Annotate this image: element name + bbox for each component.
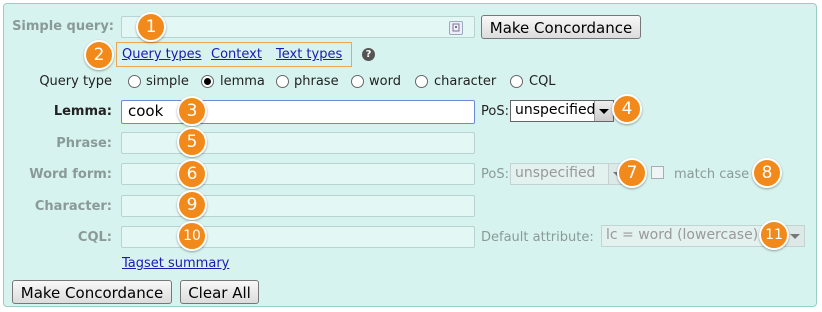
pos-word-value: unspecified <box>515 165 596 181</box>
callout-11: 11 <box>759 220 789 250</box>
callout-4: 4 <box>612 94 642 124</box>
pos-lemma-label: PoS: <box>481 104 509 119</box>
radio-simple[interactable] <box>128 75 141 88</box>
chevron-down-icon <box>594 101 613 121</box>
radio-simple-label: simple <box>146 74 189 89</box>
word-form-input[interactable] <box>121 163 475 185</box>
callout-6: 6 <box>177 159 207 189</box>
pos-word-label: PoS: <box>481 167 509 182</box>
radio-phrase[interactable] <box>276 75 289 88</box>
pos-lemma-select[interactable]: unspecified <box>510 100 614 122</box>
radio-character[interactable] <box>415 75 428 88</box>
default-attribute-label: Default attribute: <box>481 230 594 245</box>
character-input[interactable] <box>121 195 475 217</box>
word-form-label: Word form: <box>29 167 112 182</box>
make-concordance-button-bottom[interactable]: Make Concordance <box>12 280 172 304</box>
tagset-summary-link[interactable]: Tagset summary <box>122 256 229 271</box>
callout-2: 2 <box>84 40 114 70</box>
callout-5: 5 <box>177 127 207 157</box>
radio-word-label: word <box>369 74 401 89</box>
match-case-label: match case <box>674 167 750 182</box>
radio-cql-label: CQL <box>529 74 556 89</box>
lemma-input[interactable]: cook <box>121 100 475 124</box>
keyboard-icon[interactable] <box>449 21 463 35</box>
radio-cql[interactable] <box>510 75 523 88</box>
callout-7: 7 <box>617 158 647 188</box>
make-concordance-button-top[interactable]: Make Concordance <box>481 15 641 39</box>
tab-query-types[interactable]: Query types <box>122 47 201 62</box>
callout-8: 8 <box>752 158 782 188</box>
tab-text-types[interactable]: Text types <box>276 47 342 62</box>
phrase-input[interactable] <box>121 132 475 154</box>
default-attribute-value: lc = word (lowercase) <box>606 227 759 243</box>
callout-3: 3 <box>177 96 207 126</box>
radio-lemma[interactable] <box>201 75 214 88</box>
cql-input[interactable] <box>121 226 475 248</box>
query-type-label: Query type <box>39 74 112 89</box>
character-label: Character: <box>34 199 112 214</box>
help-icon[interactable]: ? <box>362 48 375 61</box>
radio-character-label: character <box>434 74 497 89</box>
callout-10: 10 <box>177 221 207 251</box>
cql-label: CQL: <box>77 230 112 245</box>
callout-1: 1 <box>136 12 166 42</box>
radio-lemma-label: lemma <box>220 74 265 89</box>
lemma-label: Lemma: <box>53 104 112 119</box>
phrase-label: Phrase: <box>56 136 112 151</box>
radio-phrase-label: phrase <box>294 74 339 89</box>
simple-query-input[interactable] <box>121 16 475 38</box>
radio-word[interactable] <box>351 75 364 88</box>
callout-9: 9 <box>177 190 207 220</box>
pos-word-select[interactable]: unspecified <box>510 163 628 185</box>
pos-lemma-value: unspecified <box>515 102 596 118</box>
simple-query-label: Simple query: <box>12 19 114 34</box>
clear-all-button[interactable]: Clear All <box>180 280 259 304</box>
match-case-checkbox[interactable] <box>651 166 664 179</box>
tab-context[interactable]: Context <box>211 47 262 62</box>
